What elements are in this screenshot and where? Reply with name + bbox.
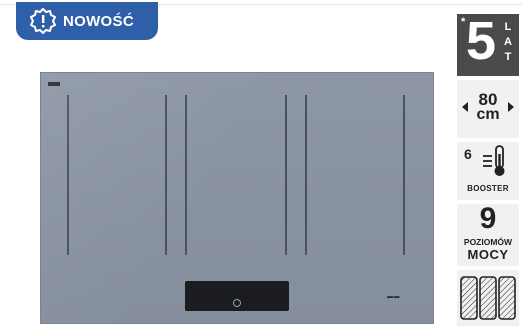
- zone-line: [305, 95, 307, 255]
- induction-hob: ▬▬: [40, 72, 434, 324]
- power-levels-label: POZIOMÓW: [463, 237, 513, 247]
- width-tile: 80 cm: [457, 80, 519, 138]
- new-burst-icon: [30, 8, 56, 34]
- new-badge-label: NOWOŚĆ: [63, 12, 134, 30]
- zone-line: [285, 95, 287, 255]
- power-levels-sublabel: MOCY: [467, 247, 509, 262]
- booster-number: 6: [464, 146, 472, 162]
- arrow-right-icon: [508, 102, 514, 112]
- warranty-unit: L A T: [502, 20, 514, 65]
- warranty-letter: L: [504, 21, 512, 33]
- touch-control-panel: [185, 281, 289, 311]
- thermometer-heat-icon: [483, 145, 505, 176]
- booster-tile: 6 BOOSTER: [457, 142, 519, 200]
- brand-logo: ▬▬: [387, 294, 400, 300]
- warranty-letter: T: [504, 51, 512, 63]
- warranty-letter: A: [504, 36, 512, 48]
- warranty-number: 5: [466, 11, 497, 71]
- zone-line: [67, 95, 69, 255]
- booster-label: BOOSTER: [467, 184, 509, 193]
- zone-line: [165, 95, 167, 255]
- power-icon: [233, 299, 241, 307]
- zone-line: [185, 95, 187, 255]
- warranty-asterisk: *: [461, 16, 466, 28]
- zones-tile: [457, 270, 519, 326]
- power-levels-number: 9: [479, 202, 497, 235]
- warranty-tile: * 5 L A T: [457, 11, 519, 76]
- flex-zones-icon: [460, 276, 516, 320]
- power-levels-tile: 9 POZIOMÓW MOCY: [457, 202, 519, 266]
- zone-line: [403, 95, 405, 255]
- hob-corner-mark: [48, 82, 60, 86]
- new-badge: NOWOŚĆ: [16, 2, 158, 40]
- product-image: ▬▬: [0, 0, 450, 324]
